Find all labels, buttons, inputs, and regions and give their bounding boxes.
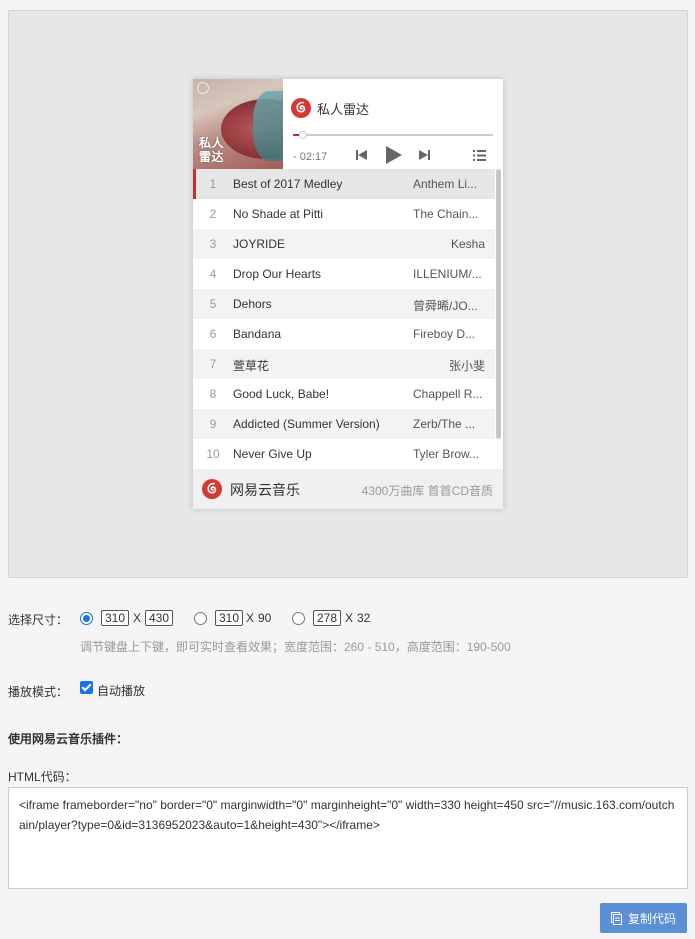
song-row[interactable]: 1 Best of 2017 Medley Anthem Li... bbox=[193, 169, 495, 199]
song-row[interactable]: 8 Good Luck, Babe! Chappell R... bbox=[193, 379, 495, 409]
song-title: Best of 2017 Medley bbox=[233, 177, 343, 191]
netease-mini-logo-icon bbox=[197, 82, 209, 94]
netease-logo-icon bbox=[202, 479, 222, 499]
track-number: 9 bbox=[209, 417, 217, 431]
copy-button-label: 复制代码 bbox=[627, 911, 676, 926]
song-title: Bandana bbox=[233, 327, 282, 341]
player-footer[interactable]: 网易云音乐 4300万曲库 首首CD音质 bbox=[193, 469, 503, 509]
copy-icon bbox=[610, 911, 622, 925]
track-number: 4 bbox=[209, 267, 217, 281]
skip-back-icon bbox=[355, 150, 367, 160]
song-row[interactable]: 5 Dehors 曾舜晞/JO... bbox=[193, 289, 495, 319]
song-row[interactable]: 2 No Shade at Pitti The Chain... bbox=[193, 199, 495, 229]
size-x-separator: X bbox=[345, 611, 354, 625]
autoplay-label[interactable]: 自动播放 bbox=[97, 682, 145, 699]
song-artist: Fireboy D... bbox=[413, 327, 476, 341]
size-x-separator: X bbox=[246, 611, 255, 625]
next-track-button[interactable] bbox=[416, 147, 432, 163]
playmode-label: 播放模式： bbox=[8, 685, 69, 699]
song-row[interactable]: 9 Addicted (Summer Version) Zerb/The ... bbox=[193, 409, 495, 439]
song-artist: 张小斐 bbox=[448, 359, 485, 373]
playlist-title: 私人雷达 bbox=[317, 102, 370, 117]
html-code-label: HTML代码： bbox=[8, 770, 77, 784]
track-number: 5 bbox=[209, 297, 217, 311]
song-artist: 曾舜晞/JO... bbox=[413, 299, 478, 313]
width-input[interactable]: 310 bbox=[101, 610, 130, 626]
playlist-toggle-button[interactable] bbox=[471, 147, 487, 163]
size-hint: 调节键盘上下键，即可实时查看效果；宽度范围：260 - 510，高度范围：190… bbox=[80, 640, 511, 654]
song-row[interactable]: 3 JOYRIDE Kesha bbox=[193, 229, 495, 259]
time-remaining: - 02:17 bbox=[293, 151, 328, 163]
size-label: 选择尺寸： bbox=[8, 613, 69, 627]
copy-code-button[interactable]: 复制代码 bbox=[600, 903, 687, 933]
song-title: 萱草花 bbox=[233, 359, 270, 373]
track-number: 6 bbox=[209, 327, 217, 341]
cover-decoration bbox=[253, 91, 283, 161]
music-player: 私人雷达 私人雷达 - 02:17 1 Best of 2017 Medley An… bbox=[193, 79, 503, 509]
album-cover[interactable]: 私人雷达 bbox=[193, 79, 283, 169]
song-title: Dehors bbox=[233, 297, 272, 311]
track-number: 10 bbox=[206, 447, 220, 461]
song-artist: Kesha bbox=[450, 237, 485, 251]
progress-knob[interactable] bbox=[299, 131, 307, 139]
netease-logo-icon bbox=[291, 98, 311, 118]
song-title: Drop Our Hearts bbox=[233, 267, 322, 281]
song-row[interactable]: 4 Drop Our Hearts ILLENIUM/... bbox=[193, 259, 495, 289]
size-option-2-width: 310 bbox=[215, 610, 244, 626]
song-artist: Zerb/The ... bbox=[413, 417, 476, 431]
play-icon bbox=[386, 146, 402, 164]
footer-brand: 网易云音乐 bbox=[230, 482, 300, 498]
song-title: No Shade at Pitti bbox=[233, 207, 324, 221]
skip-forward-icon bbox=[418, 150, 430, 160]
html-code-textarea[interactable]: <iframe frameborder="no" border="0" marg… bbox=[8, 787, 688, 889]
song-artist: Tyler Brow... bbox=[413, 447, 480, 461]
song-title: JOYRIDE bbox=[233, 237, 286, 251]
song-title: Addicted (Summer Version) bbox=[233, 417, 380, 431]
track-number: 8 bbox=[209, 387, 217, 401]
song-artist: The Chain... bbox=[413, 207, 479, 221]
track-number: 2 bbox=[209, 207, 217, 221]
plugin-section-title: 使用网易云音乐插件： bbox=[8, 732, 129, 746]
song-artist: ILLENIUM/... bbox=[413, 267, 482, 281]
progress-bar[interactable] bbox=[293, 131, 493, 139]
size-option-3-radio[interactable] bbox=[292, 612, 305, 625]
size-option-3-width: 278 bbox=[313, 610, 342, 626]
cover-text: 私人雷达 bbox=[199, 136, 225, 164]
player-header: 私人雷达 - 02:17 bbox=[283, 79, 503, 169]
track-number: 3 bbox=[209, 237, 217, 251]
track-number: 1 bbox=[209, 177, 217, 191]
song-row[interactable]: 6 Bandana Fireboy D... bbox=[193, 319, 495, 349]
play-button[interactable] bbox=[384, 144, 404, 166]
song-row[interactable]: 7 萱草花 张小斐 bbox=[193, 349, 495, 379]
size-option-2-radio[interactable] bbox=[194, 612, 207, 625]
song-title: Never Give Up bbox=[233, 447, 312, 461]
previous-track-button[interactable] bbox=[353, 147, 369, 163]
song-list-scrollbar[interactable] bbox=[496, 169, 501, 439]
song-row[interactable]: 10 Never Give Up Tyler Brow... bbox=[193, 439, 495, 469]
song-artist: Anthem Li... bbox=[413, 177, 478, 191]
size-x-separator: X bbox=[133, 611, 142, 625]
height-input[interactable]: 430 bbox=[145, 610, 174, 626]
autoplay-checkbox[interactable] bbox=[80, 681, 93, 694]
size-option-1-radio[interactable] bbox=[80, 612, 93, 625]
size-option-3-height: 32 bbox=[357, 611, 371, 625]
list-icon bbox=[472, 149, 486, 161]
footer-tagline: 4300万曲库 首首CD音质 bbox=[361, 484, 493, 498]
track-number: 7 bbox=[209, 357, 217, 371]
song-artist: Chappell R... bbox=[413, 387, 483, 401]
size-option-2-height: 90 bbox=[258, 611, 272, 625]
song-list: 1 Best of 2017 Medley Anthem Li... 2 No Sha… bbox=[193, 169, 503, 469]
song-title: Good Luck, Babe! bbox=[233, 387, 330, 401]
